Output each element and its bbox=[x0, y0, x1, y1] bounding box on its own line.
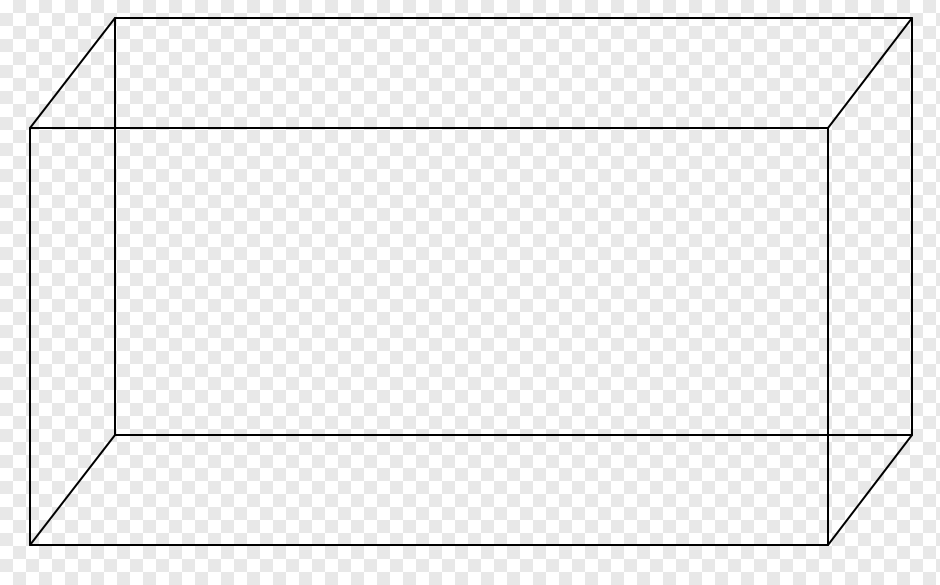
cuboid-edge bbox=[30, 435, 115, 545]
cuboid-wireframe bbox=[0, 0, 940, 585]
cuboid-edge bbox=[828, 435, 912, 545]
cuboid-edge bbox=[828, 18, 912, 128]
cuboid-edges bbox=[30, 18, 912, 545]
cuboid-edge bbox=[30, 18, 115, 128]
